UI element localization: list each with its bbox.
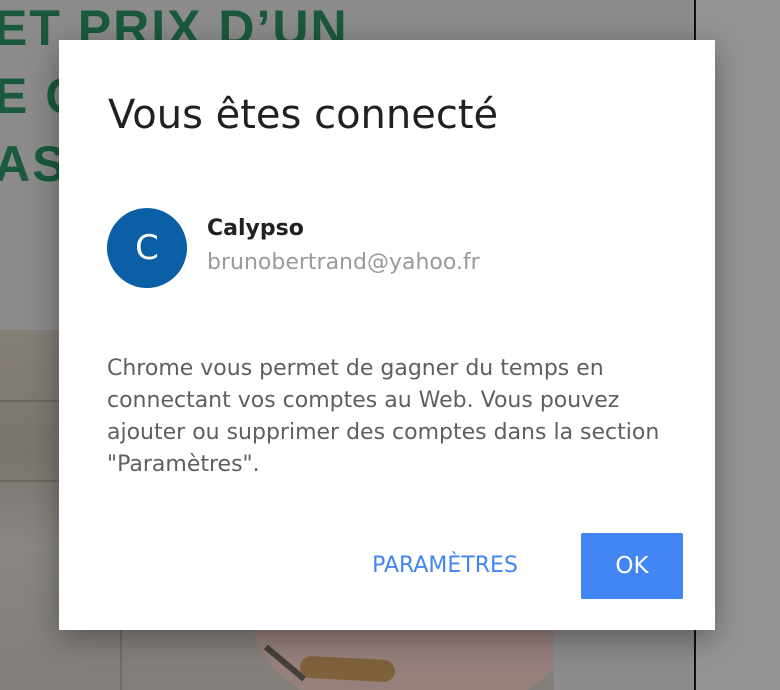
- dialog-title: Vous êtes connecté: [108, 92, 499, 138]
- account-row: C Calypso brunobertrand@yahoo.fr: [107, 208, 667, 288]
- settings-button[interactable]: PARAMÈTRES: [347, 534, 543, 598]
- signed-in-dialog: Vous êtes connecté C Calypso brunobertra…: [59, 40, 715, 630]
- dialog-message: Chrome vous permet de gagner du temps en…: [107, 356, 660, 477]
- ok-button[interactable]: OK: [581, 533, 683, 599]
- account-email: brunobertrand@yahoo.fr: [207, 250, 480, 275]
- account-name: Calypso: [207, 216, 304, 241]
- avatar: C: [107, 208, 187, 288]
- screen: ET PRIX D’UN E C ASS Vous êtes connecté …: [0, 0, 780, 690]
